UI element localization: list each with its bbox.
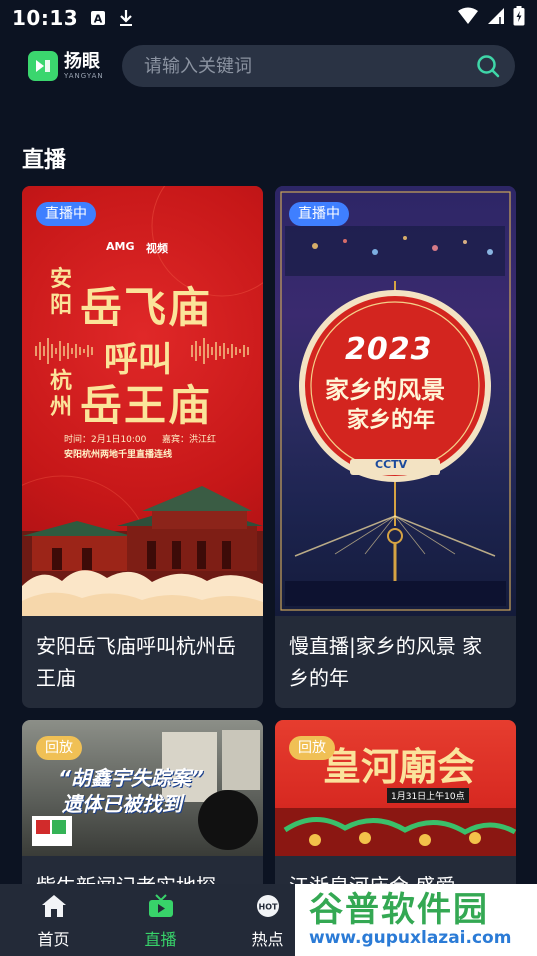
poster-line-bot: 岳王庙 <box>80 381 213 430</box>
tab-home[interactable]: 首页 <box>0 890 107 950</box>
watermark-cn: 谷普软件园 <box>309 890 489 930</box>
home-icon <box>41 894 67 922</box>
poster-side-top: 安阳 <box>50 266 73 318</box>
watermark: 谷普软件园 www.gupuxlazai.com <box>295 884 537 956</box>
replay-badge: 回放 <box>289 736 335 760</box>
svg-text:HOT: HOT <box>258 903 277 912</box>
poster-line2: 家乡的年 <box>347 408 436 433</box>
a-notification-icon: A <box>90 10 106 26</box>
poster-logo: CCTV <box>375 458 408 471</box>
card-thumbnail: 回放 皇河廟会 1月31日上午10点 <box>275 720 516 856</box>
logo-subtitle: YANGYAN <box>64 71 104 80</box>
search-icon[interactable] <box>475 53 501 79</box>
live-card[interactable]: 直播中 <box>275 186 516 708</box>
poster-brand-right: 视频 <box>146 242 168 255</box>
battery-icon <box>513 6 525 30</box>
poster-side-bot: 杭州 <box>50 368 73 420</box>
status-time: 10:13 <box>12 6 79 30</box>
section-title: 直播 <box>22 148 67 173</box>
poster-headline2: 遗体已被找到 <box>62 792 182 816</box>
poster-image: AMG 视频 安阳 岳飞庙 呼叫 杭州 岳王庙 时间：2月1日10:00 嘉宾：… <box>22 186 263 616</box>
app-logo: 扬眼 YANGYAN <box>28 51 120 81</box>
poster-info-time: 时间：2月1日10:00 <box>64 435 147 445</box>
live-card[interactable]: 直播中 <box>22 186 263 708</box>
poster-line-top: 岳飞庙 <box>80 283 213 332</box>
poster-brand-left: AMG <box>106 240 135 253</box>
wifi-icon <box>457 7 479 29</box>
poster-line1: 家乡的风景 <box>325 376 445 404</box>
card-thumbnail: 回放 “胡鑫宇失踪案” 遗体已被找到 <box>22 720 263 856</box>
card-thumbnail: 直播中 <box>275 186 516 616</box>
signal-icon <box>487 7 505 29</box>
tv-icon <box>148 894 174 922</box>
tab-label: 热点 <box>251 930 284 949</box>
status-bar: 10:13 A <box>0 0 537 36</box>
card-title: 安阳岳飞庙呼叫杭州岳王庙 <box>36 634 236 690</box>
poster-headline: 皇河廟会 <box>323 744 476 789</box>
hot-icon: HOT <box>255 894 281 922</box>
live-grid: 直播中 AMG 视频 安阳 岳飞庙 呼叫 杭州 岳王庙 时间：2月1日10:00… <box>22 186 516 948</box>
tab-label: 直播 <box>144 930 177 949</box>
poster-info-guest: 嘉宾：洪江红 <box>162 435 217 445</box>
poster-image: 2023 家乡的风景 家乡的年 CCTV <box>275 186 516 616</box>
live-badge: 直播中 <box>289 202 349 226</box>
app-header: 扬眼 YANGYAN <box>0 36 537 96</box>
poster-headline1: “胡鑫宇失踪案” <box>58 766 204 790</box>
tab-label: 首页 <box>37 930 70 949</box>
logo-title: 扬眼 <box>64 50 100 72</box>
svg-text:A: A <box>94 13 103 26</box>
poster-sub: 1月31日上午10点 <box>387 788 469 803</box>
logo-mark-icon <box>28 51 58 81</box>
card-title: 慢直播|家乡的风景 家乡的年 <box>289 634 483 690</box>
poster-info-desc: 安阳杭州两地千里直播连线 <box>64 450 173 460</box>
search-input[interactable] <box>144 55 475 77</box>
poster-year: 2023 <box>345 332 433 367</box>
watermark-en: www.gupuxlazai.com <box>309 928 512 948</box>
replay-badge: 回放 <box>36 736 82 760</box>
search-bar[interactable] <box>122 45 515 87</box>
card-thumbnail: 直播中 <box>22 186 263 616</box>
tab-live[interactable]: 直播 <box>107 890 214 950</box>
download-icon <box>118 9 134 27</box>
live-badge: 直播中 <box>36 202 96 226</box>
